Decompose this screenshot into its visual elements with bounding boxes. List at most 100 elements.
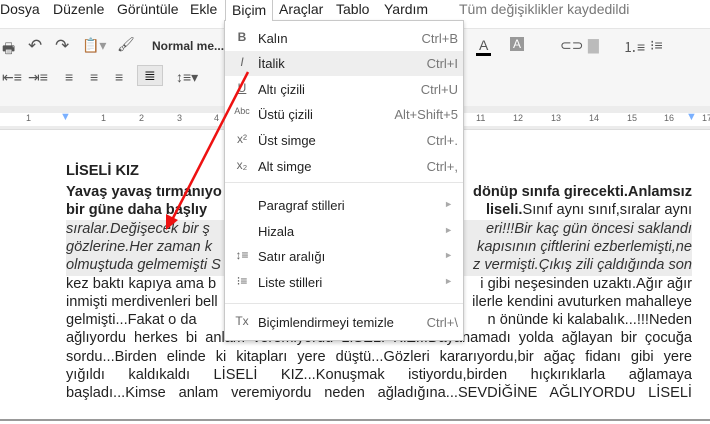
menu-araclar[interactable]: Araçlar (279, 1, 323, 17)
menu-item-label: Satır aralığı (258, 249, 326, 264)
text-fragment: kapısının çiftlerini ezberlemişti,ne (477, 238, 692, 255)
bold-icon: B (237, 30, 247, 44)
list-icon: ⁝≡ (236, 274, 248, 288)
menu-item[interactable]: Paragraf stilleri ► (225, 193, 463, 218)
superscript-icon: x² (237, 132, 247, 146)
text-fragment: z vermişti.Çıkış zili çaldığında son (473, 257, 692, 274)
text-fragment: i gibi neşesinden uzaktı.Ağır ağır (480, 275, 692, 292)
menu-item-shortcut: Ctrl+I (426, 56, 458, 71)
ruler-tick: 17 (702, 113, 710, 123)
clear-formatting-icon: Tx (235, 314, 249, 328)
text-fragment: dönüp sınıfa girecekti.Anlamsız (473, 184, 692, 200)
menu-item-label: İtalik (258, 56, 285, 71)
menu-duzenle[interactable]: Düzenle (53, 1, 104, 17)
ruler-tick: 13 (551, 113, 562, 123)
line-spacing-icon: ↕≡ (235, 248, 249, 262)
text-line-left: gelmişti...Fakat o da (66, 312, 197, 329)
ruler-tick: 3 (177, 113, 183, 123)
text-line: başladı...Kimse anlam veremiyordu neden … (66, 385, 692, 402)
ruler-tick: 14 (589, 113, 600, 123)
style-select[interactable]: Normal me... (152, 39, 224, 53)
menu-item-shortcut: Ctrl+\ (426, 315, 458, 330)
menu-item[interactable]: ↕≡ Satır aralığı ► (225, 244, 463, 269)
line-spacing-icon[interactable]: ↕≡▾ (176, 69, 198, 86)
text-line-left: bir güne daha başlıy (66, 202, 208, 219)
menu-item-label: Liste stilleri (258, 275, 323, 290)
menu-item-label: Hizala (258, 224, 295, 239)
text-fragment: n önünde ki kalabalık...!!!Neden (487, 312, 692, 329)
menu-ekle[interactable]: Ekle (190, 1, 217, 17)
text-line-right: eri!!!Bir kaç gün öncesi saklandı (485, 219, 692, 238)
text-line-left: gözlerine.Her zaman k (66, 237, 213, 256)
menu-separator (225, 182, 463, 183)
ruler-tick: 1 (101, 113, 107, 123)
redo-icon[interactable]: ↷ (55, 36, 69, 56)
paste-icon[interactable]: 📋▾ (82, 37, 106, 54)
menu-item-label: Kalın (258, 31, 288, 46)
menu-item-label: Biçimlendirmeyi temizle (258, 315, 394, 330)
text-line-right: kapısının çiftlerini ezberlemişti,ne (477, 237, 692, 256)
numbered-list-icon[interactable]: ⒈≡ (623, 37, 645, 57)
text-line-left: sıralar.Değişecek bir ş (66, 219, 210, 238)
menu-item[interactable]: Hizala ► (225, 219, 463, 244)
link-icon[interactable]: ⊂⊃ (560, 37, 583, 54)
text-line-right: liseli.Sınıf aynı sınıf,sıralar aynı (486, 201, 692, 219)
bulleted-list-icon[interactable]: ⁝≡ (650, 37, 663, 54)
justify-icon[interactable]: ≣ (137, 65, 163, 86)
format-menu: B Kalın Ctrl+B I İtalik Ctrl+I U Altı çizili Ctr… (224, 20, 464, 341)
menu-item[interactable]: x² Üst simge Ctrl+. (225, 128, 463, 153)
menu-item-shortcut: Ctrl+. (426, 133, 458, 148)
submenu-arrow-icon: ► (444, 276, 453, 286)
menu-item[interactable]: x₂ Alt simge Ctrl+, (225, 154, 463, 179)
save-status: Tüm değişiklikler kaydedildi (459, 1, 630, 17)
menu-item[interactable]: U Altı çizili Ctrl+U (225, 77, 463, 102)
highlight-color-icon[interactable]: A (510, 37, 525, 51)
underline-icon: U (237, 81, 247, 95)
ruler-tick: 15 (627, 113, 638, 123)
image-icon[interactable]: ▇ (588, 37, 599, 54)
menu-item[interactable]: I İtalik Ctrl+I (225, 51, 463, 76)
indent-marker-icon[interactable]: ▼ (60, 111, 71, 123)
text-fragment: ilerle kendini avuturken mahalleye (472, 293, 692, 310)
text-line-left: Yavaş yavaş tırmanıyo (66, 184, 222, 200)
increase-indent-icon[interactable]: ⇥≡ (28, 69, 48, 86)
italic-icon: I (240, 55, 244, 69)
print-icon[interactable]: 🖶 (2, 38, 15, 62)
text-line-left: olmuştuda gelmemişti S (66, 256, 221, 275)
menu-goruntule[interactable]: Görüntüle (117, 1, 178, 17)
menu-dosya[interactable]: Dosya (0, 1, 40, 17)
document-title: LİSELİ KIZ (66, 163, 139, 179)
align-right-icon[interactable]: ≡ (115, 69, 123, 85)
ruler-tick: 11 (476, 113, 486, 123)
menu-item-shortcut: Alt+Shift+5 (394, 107, 458, 122)
menu-bar: Dosya Düzenle Görüntüle Ekle Biçim Araçl… (0, 0, 710, 21)
decrease-indent-icon[interactable]: ⇤≡ (2, 69, 22, 86)
menu-item[interactable]: Tx Biçimlendirmeyi temizle Ctrl+\ (225, 310, 463, 335)
menu-item[interactable]: Abc Üstü çizili Alt+Shift+5 (225, 102, 463, 127)
undo-icon[interactable]: ↶ (28, 36, 42, 56)
menu-item[interactable]: B Kalın Ctrl+B (225, 26, 463, 51)
paint-format-icon[interactable]: 🖌 (117, 36, 135, 53)
menu-yardim[interactable]: Yardım (384, 1, 428, 17)
ruler-tick: 16 (664, 113, 675, 123)
text-line-left: kez baktı kapıya ama b (66, 275, 217, 292)
align-left-icon[interactable]: ≡ (65, 69, 73, 85)
text-line-right: n önünde ki kalabalık...!!!Neden (488, 311, 692, 329)
menu-bicim[interactable]: Biçim (225, 0, 274, 21)
ruler-tick: 1 (26, 113, 32, 123)
menu-item-label: Üst simge (258, 133, 316, 148)
menu-item[interactable]: ⁝≡ Liste stilleri ► (225, 270, 463, 295)
menu-item-shortcut: Ctrl+, (426, 159, 458, 174)
align-center-icon[interactable]: ≡ (90, 69, 98, 85)
strikethrough-icon: Abc (234, 106, 250, 116)
text-line-left: inmişti merdivenleri bell (66, 293, 218, 310)
submenu-arrow-icon: ► (444, 199, 453, 209)
ruler-tick: 2 (139, 113, 145, 123)
text-line-right: ilerle kendini avuturken mahalleye (472, 293, 692, 311)
text-color-icon[interactable]: A (476, 37, 492, 56)
menu-tablo[interactable]: Tablo (336, 1, 369, 17)
ruler-tick: 12 (513, 113, 524, 123)
right-indent-marker-icon[interactable]: ▼ (686, 111, 697, 123)
bold-word: liseli. (485, 202, 523, 219)
menu-item-label: Üstü çizili (258, 107, 313, 122)
